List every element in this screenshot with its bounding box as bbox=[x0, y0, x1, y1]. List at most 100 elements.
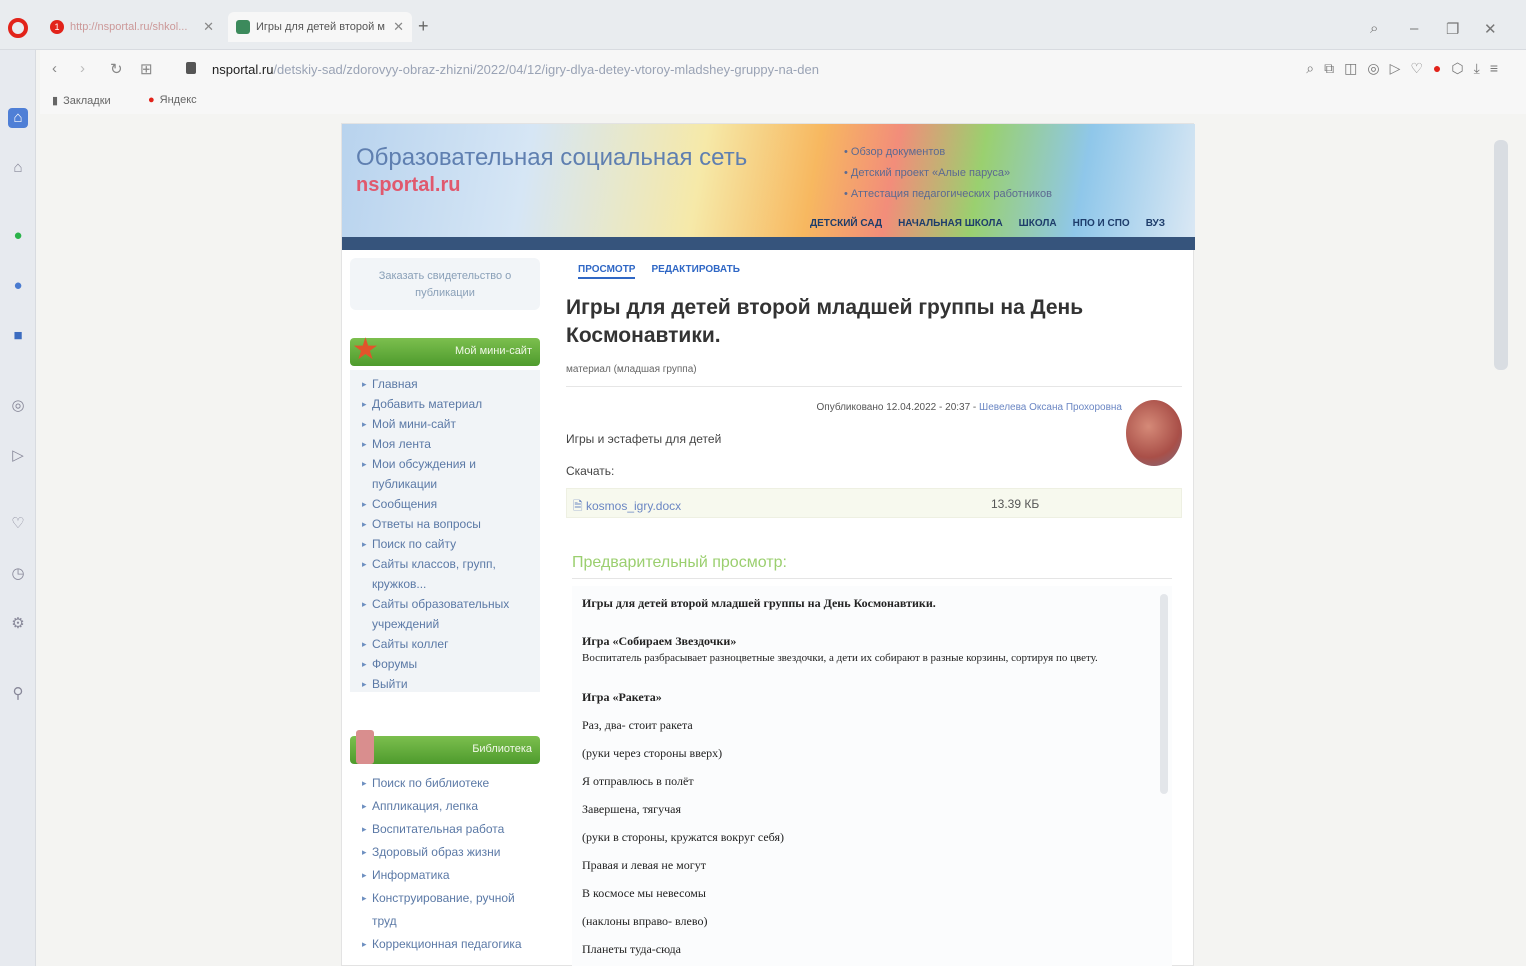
page-scrollbar[interactable] bbox=[1494, 140, 1508, 370]
certificate-link[interactable]: Заказать свидетельство о публикации bbox=[350, 258, 540, 310]
preview-header: Предварительный просмотр: bbox=[572, 554, 787, 571]
sidebar-item[interactable]: Мой мини-сайт bbox=[362, 414, 536, 434]
menu-item-school[interactable]: ШКОЛА bbox=[1019, 218, 1057, 229]
restore-icon[interactable]: ❐ bbox=[1446, 20, 1459, 38]
banner-link[interactable]: • Обзор документов bbox=[844, 142, 1052, 163]
sidebar-item[interactable]: Моя лента bbox=[362, 434, 536, 454]
sidebar-item[interactable]: Добавить материал bbox=[362, 394, 536, 414]
forward-icon[interactable]: › bbox=[80, 60, 85, 77]
vpn-icon[interactable]: ● bbox=[1433, 60, 1441, 77]
url-path: /detskiy-sad/zdorovyy-obraz-zhizni/2022/… bbox=[273, 62, 819, 77]
whatsapp-icon[interactable]: ● bbox=[8, 226, 28, 246]
menu-item-kindergarten[interactable]: ДЕТСКИЙ САД bbox=[810, 218, 882, 229]
avatar[interactable] bbox=[1126, 400, 1182, 466]
sidebar-item[interactable]: Сообщения bbox=[362, 494, 536, 514]
player-icon[interactable]: ◎ bbox=[8, 396, 28, 416]
divider bbox=[566, 386, 1182, 387]
bookmark-2[interactable]: ● Яндекс bbox=[148, 94, 197, 106]
menu-icon[interactable]: ≡ bbox=[1490, 60, 1498, 77]
bookmark-1[interactable]: ▮ Закладки bbox=[52, 94, 111, 108]
reload-icon[interactable]: ↻ bbox=[110, 60, 123, 78]
search-icon[interactable]: ⌕ bbox=[1306, 60, 1314, 77]
file-link[interactable]: 🗎 kosmos_igry.docx bbox=[573, 497, 681, 518]
tab-view[interactable]: ПРОСМОТР bbox=[578, 264, 636, 279]
banner-link[interactable]: • Аттестация педагогических работников bbox=[844, 184, 1052, 205]
menu-item-primary[interactable]: НАЧАЛЬНАЯ ШКОЛА bbox=[898, 218, 1003, 229]
published-date: Опубликовано 12.04.2022 - 20:37 - bbox=[816, 402, 980, 413]
toolbar-icons: ⌕ ⧉ ◫ ◎ ▷ ♡ ● ⬡ ⤓ ≡ bbox=[1306, 60, 1498, 77]
close-window-icon[interactable]: ✕ bbox=[1484, 20, 1497, 38]
home-icon[interactable]: ⌂ bbox=[8, 108, 28, 128]
tab-edit[interactable]: РЕДАКТИРОВАТЬ bbox=[651, 264, 739, 279]
bookmark-2-label: Яндекс bbox=[159, 94, 197, 106]
vk-icon[interactable]: ■ bbox=[8, 326, 28, 346]
extensions-icon[interactable]: ⧉ bbox=[1324, 60, 1334, 77]
browser-tabbar: 1 http://nsportal.ru/shkol... ✕ Игры для… bbox=[0, 0, 1526, 50]
article-subtitle: материал (младшая группа) bbox=[566, 364, 697, 375]
sidebar-item[interactable]: Главная bbox=[362, 374, 536, 394]
heart-icon[interactable]: ♡ bbox=[1410, 60, 1423, 77]
tab-2-active[interactable]: Игры для детей второй м ✕ bbox=[228, 12, 412, 42]
preview-game2-title: Игра «Ракета» bbox=[582, 690, 662, 704]
speed-dial-icon[interactable]: ⌂ bbox=[8, 158, 28, 178]
library-item[interactable]: Коррекционная педагогика bbox=[362, 933, 536, 956]
banner-link[interactable]: • Детский проект «Алые паруса» bbox=[844, 163, 1052, 184]
history-icon[interactable]: ◷ bbox=[8, 564, 28, 584]
sidebar-item[interactable]: Мои обсуждения и публикации bbox=[362, 454, 536, 494]
close-icon[interactable]: ✕ bbox=[203, 19, 214, 35]
download-label: Скачать: bbox=[566, 464, 615, 478]
library-item[interactable]: Поиск по библиотеке bbox=[362, 772, 536, 795]
close-icon[interactable]: ✕ bbox=[393, 19, 404, 35]
library-menu: Поиск по библиотеке Аппликация, лепка Во… bbox=[350, 768, 540, 958]
preview-scrollbar[interactable] bbox=[1160, 594, 1168, 794]
play-icon[interactable]: ▷ bbox=[1390, 60, 1401, 77]
location-icon[interactable]: ◎ bbox=[1367, 60, 1379, 77]
back-icon[interactable]: ‹ bbox=[52, 60, 57, 77]
star-icon: ★ bbox=[352, 333, 379, 366]
banner-title: Образовательная социальная сеть bbox=[356, 144, 748, 171]
download-icon[interactable]: ⤓ bbox=[1474, 60, 1480, 77]
library-item[interactable]: Аппликация, лепка bbox=[362, 795, 536, 818]
address-bar: ‹ › ↻ ⊞ nsportal.ru/detskiy-sad/zdorovyy… bbox=[40, 50, 1526, 90]
minimize-icon[interactable]: – bbox=[1410, 20, 1418, 37]
messenger-icon[interactable]: ● bbox=[8, 276, 28, 296]
new-tab-icon[interactable]: + bbox=[418, 16, 429, 37]
site-logo[interactable]: nsportal.ru bbox=[356, 174, 460, 197]
heart-icon[interactable]: ♡ bbox=[8, 514, 28, 534]
sidebar-item[interactable]: Форумы bbox=[362, 654, 536, 674]
preview-line: (руки через стороны вверх) bbox=[582, 746, 723, 760]
pin-icon[interactable]: ⚲ bbox=[8, 684, 28, 704]
library-item[interactable]: Здоровый образ жизни bbox=[362, 841, 536, 864]
preview-line: Правая и левая не могут bbox=[582, 858, 706, 872]
speed-dial-icon[interactable]: ⊞ bbox=[140, 60, 153, 78]
author-link[interactable]: Шевелева Оксана Прохоровна bbox=[979, 402, 1122, 413]
sidebar-item[interactable]: Сайты образовательных учреждений bbox=[362, 594, 536, 634]
publication-info: Опубликовано 12.04.2022 - 20:37 - Шевеле… bbox=[817, 402, 1122, 413]
opera-logo-icon[interactable] bbox=[8, 18, 28, 38]
flow-icon[interactable]: ▷ bbox=[8, 446, 28, 466]
library-item[interactable]: Воспитательная работа bbox=[362, 818, 536, 841]
tab-1[interactable]: 1 http://nsportal.ru/shkol... ✕ bbox=[42, 12, 222, 42]
snapshot-icon[interactable]: ◫ bbox=[1344, 60, 1357, 77]
menu-item-npo[interactable]: НПО И СПО bbox=[1073, 218, 1130, 229]
url-field[interactable]: nsportal.ru/detskiy-sad/zdorovyy-obraz-z… bbox=[212, 62, 819, 77]
sidebar-item[interactable]: Ответы на вопросы bbox=[362, 514, 536, 534]
page-title: Игры для детей второй младшей группы на … bbox=[566, 296, 1084, 347]
sidebar-item[interactable]: Выйти bbox=[362, 674, 536, 694]
document-preview[interactable]: Игры для детей второй младшей группы на … bbox=[572, 586, 1172, 966]
preview-line: Я отправлюсь в полёт bbox=[582, 774, 694, 788]
tab-1-badge: 1 bbox=[50, 20, 64, 34]
library-item[interactable]: Конструирование, ручной труд bbox=[362, 887, 536, 933]
book-icon bbox=[356, 730, 374, 764]
cube-icon[interactable]: ⬡ bbox=[1451, 60, 1463, 77]
sidebar-item[interactable]: Сайты коллег bbox=[362, 634, 536, 654]
sidebar-item[interactable]: Сайты классов, групп, кружков... bbox=[362, 554, 536, 594]
library-item[interactable]: Информатика bbox=[362, 864, 536, 887]
settings-icon[interactable]: ⚙ bbox=[8, 614, 28, 634]
search-icon[interactable]: ⌕ bbox=[1370, 20, 1378, 37]
sidebar-item[interactable]: Поиск по сайту bbox=[362, 534, 536, 554]
favicon-icon bbox=[236, 20, 250, 34]
divider bbox=[572, 578, 1172, 579]
site-menu: ДЕТСКИЙ САД НАЧАЛЬНАЯ ШКОЛА ШКОЛА НПО И … bbox=[810, 218, 1165, 229]
menu-item-vuz[interactable]: ВУЗ bbox=[1146, 218, 1165, 229]
